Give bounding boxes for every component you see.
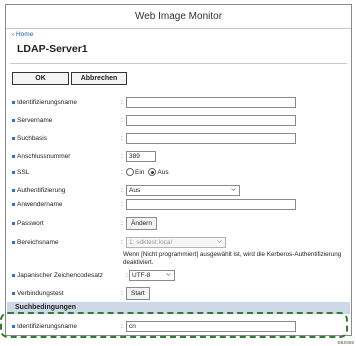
row-identifizierungsname: Identifizierungsname : bbox=[12, 96, 296, 108]
bereichsname-label: Bereichsname bbox=[17, 238, 59, 246]
row-passwort: Passwort : Ändern bbox=[12, 216, 157, 230]
row-ssl: SSL : Ein Aus bbox=[12, 166, 169, 178]
highlight-callout bbox=[0, 312, 348, 338]
anschlussnummer-label: Anschlussnummer bbox=[17, 152, 71, 160]
bullet-icon bbox=[12, 240, 15, 244]
passwort-label: Passwort bbox=[17, 219, 44, 227]
authentifizierung-value: Aus bbox=[129, 186, 141, 194]
bullet-icon bbox=[12, 136, 15, 140]
bullet-icon bbox=[12, 118, 15, 122]
bereichsname-note: Wenn [Nicht programmiert] ausgewählt ist… bbox=[123, 251, 342, 266]
bereichsname-value: 1: sdktest.local bbox=[129, 238, 172, 246]
bullet-icon bbox=[12, 154, 15, 158]
bullet-icon bbox=[12, 170, 15, 174]
zeichencodesatz-select[interactable]: UTF-8 bbox=[129, 269, 175, 281]
servername-input[interactable] bbox=[126, 114, 296, 126]
suchbasis-label: Suchbasis bbox=[17, 134, 47, 142]
ssl-on-radio[interactable] bbox=[126, 168, 134, 176]
browser-frame: Web Image Monitor ‹ Home LDAP-Server1 OK… bbox=[5, 4, 352, 336]
suchbasis-input[interactable] bbox=[126, 132, 296, 144]
ssl-label: SSL bbox=[17, 168, 30, 176]
bullet-icon bbox=[12, 202, 15, 206]
bullet-icon bbox=[12, 188, 15, 192]
chevron-down-icon bbox=[217, 239, 222, 243]
bullet-icon bbox=[12, 221, 15, 225]
authentifizierung-select[interactable]: Aus bbox=[126, 184, 240, 196]
chevron-down-icon bbox=[166, 272, 171, 276]
bullet-icon bbox=[12, 273, 15, 277]
title-divider bbox=[10, 63, 347, 64]
identifizierungsname-input[interactable] bbox=[126, 96, 296, 108]
verbindungstest-start-button[interactable]: Start bbox=[126, 286, 150, 300]
row-anwendername: Anwendername : bbox=[12, 198, 296, 210]
ssl-off-radio[interactable] bbox=[148, 168, 157, 176]
anwendername-input[interactable] bbox=[126, 198, 296, 210]
zeichencodesatz-label: Japanischer Zeichencodesatz bbox=[17, 271, 103, 279]
home-link[interactable]: ‹ Home bbox=[12, 31, 33, 38]
row-servername: Servername : bbox=[12, 114, 296, 126]
bullet-icon bbox=[12, 291, 15, 295]
row-zeichencodesatz: Japanischer Zeichencodesatz : UTF-8 bbox=[12, 269, 175, 281]
servername-label: Servername bbox=[17, 116, 53, 124]
passwort-change-button[interactable]: Ändern bbox=[126, 216, 157, 230]
anwendername-label: Anwendername bbox=[17, 200, 63, 208]
action-buttons: OK Abbrechen bbox=[12, 72, 127, 85]
chevron-down-icon bbox=[231, 187, 236, 191]
row-authentifizierung: Authentifizierung : Aus bbox=[12, 184, 240, 196]
bullet-icon bbox=[12, 100, 15, 104]
ssl-off-label: Aus bbox=[157, 168, 169, 176]
page-title: LDAP-Server1 bbox=[17, 43, 88, 55]
zeichencodesatz-value: UTF-8 bbox=[132, 271, 151, 279]
authentifizierung-label: Authentifizierung bbox=[17, 186, 66, 194]
app-title: Web Image Monitor bbox=[6, 5, 351, 29]
anschlussnummer-input[interactable]: 389 bbox=[126, 150, 156, 162]
row-verbindungstest: Verbindungstest : Start bbox=[12, 286, 150, 300]
identifizierungsname-label: Identifizierungsname bbox=[17, 98, 77, 106]
ssl-on-label: Ein bbox=[135, 168, 145, 176]
cancel-button[interactable]: Abbrechen bbox=[71, 72, 127, 85]
bereichsname-select[interactable]: 1: sdktest.local bbox=[126, 236, 226, 248]
ok-button[interactable]: OK bbox=[12, 72, 69, 85]
row-bereichsname: Bereichsname : 1: sdktest.local bbox=[12, 236, 226, 248]
figure-code: EBS065 bbox=[337, 340, 354, 345]
row-anschlussnummer: Anschlussnummer : 389 bbox=[12, 150, 156, 162]
verbindungstest-label: Verbindungstest bbox=[17, 289, 64, 297]
row-suchbasis: Suchbasis : bbox=[12, 132, 296, 144]
